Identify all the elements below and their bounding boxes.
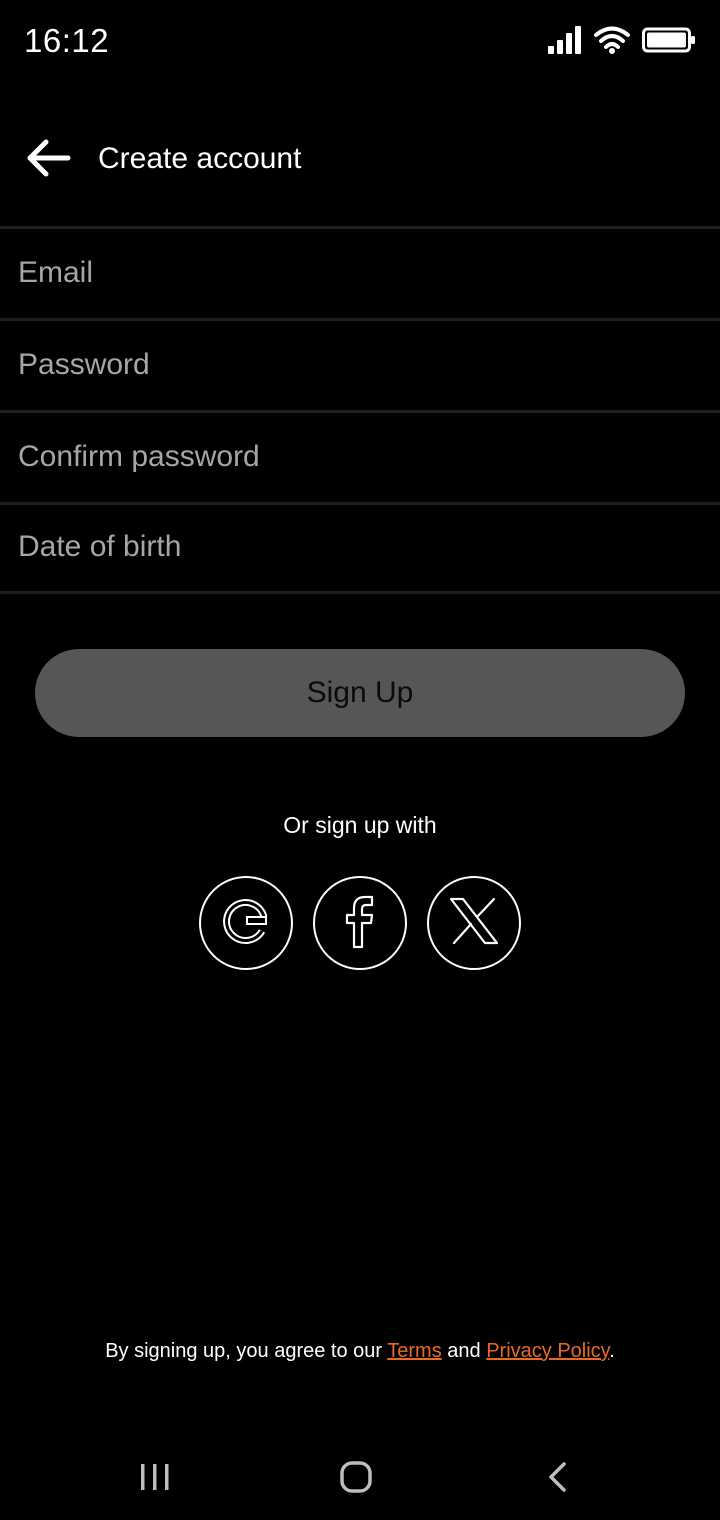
top-app-bar: Create account [0,110,720,210]
signal-icon [548,26,582,59]
confirm-password-field[interactable] [0,413,720,502]
x-signup-button[interactable] [427,876,521,970]
legal-suffix: . [609,1340,615,1362]
legal-prefix: By signing up, you agree to our [105,1340,388,1362]
google-icon [218,893,274,954]
facebook-signup-button[interactable] [313,876,407,970]
recent-apps-button[interactable] [115,1454,195,1504]
legal-middle: and [441,1340,487,1362]
email-field[interactable] [0,229,720,318]
create-account-screen: 16:12 Create account Email Date of birth… [0,0,720,1520]
x-icon [448,896,500,951]
home-button[interactable] [316,1454,396,1504]
wifi-icon [594,26,630,59]
or-sign-up-with-label: Or sign up with [283,812,437,838]
legal-notice: By signing up, you agree to our Terms an… [0,1340,720,1363]
recent-apps-icon [139,1462,171,1497]
battery-icon [642,26,696,59]
page-title: Create account [98,142,302,175]
date-of-birth-field-container [0,502,720,594]
password-field[interactable] [0,321,720,410]
facebook-icon [340,893,380,954]
status-icons [548,26,696,59]
status-time: 16:12 [24,22,110,59]
google-signup-button[interactable] [199,876,293,970]
date-of-birth-field[interactable] [0,505,720,591]
home-icon [339,1460,373,1499]
terms-link[interactable]: Terms [387,1340,441,1362]
signup-form [0,226,720,594]
sign-up-button[interactable]: Sign Up [35,649,685,737]
social-login-row [0,876,720,970]
back-icon [546,1461,570,1498]
back-button[interactable] [18,132,78,188]
system-back-button[interactable] [518,1454,598,1504]
status-bar: 16:12 [0,0,720,84]
password-field-container [0,318,720,410]
system-nav-bar [0,1440,720,1520]
privacy-policy-link[interactable]: Privacy Policy [486,1340,609,1362]
confirm-password-field-container [0,410,720,502]
arrow-left-icon [24,138,72,183]
email-field-container [0,226,720,318]
